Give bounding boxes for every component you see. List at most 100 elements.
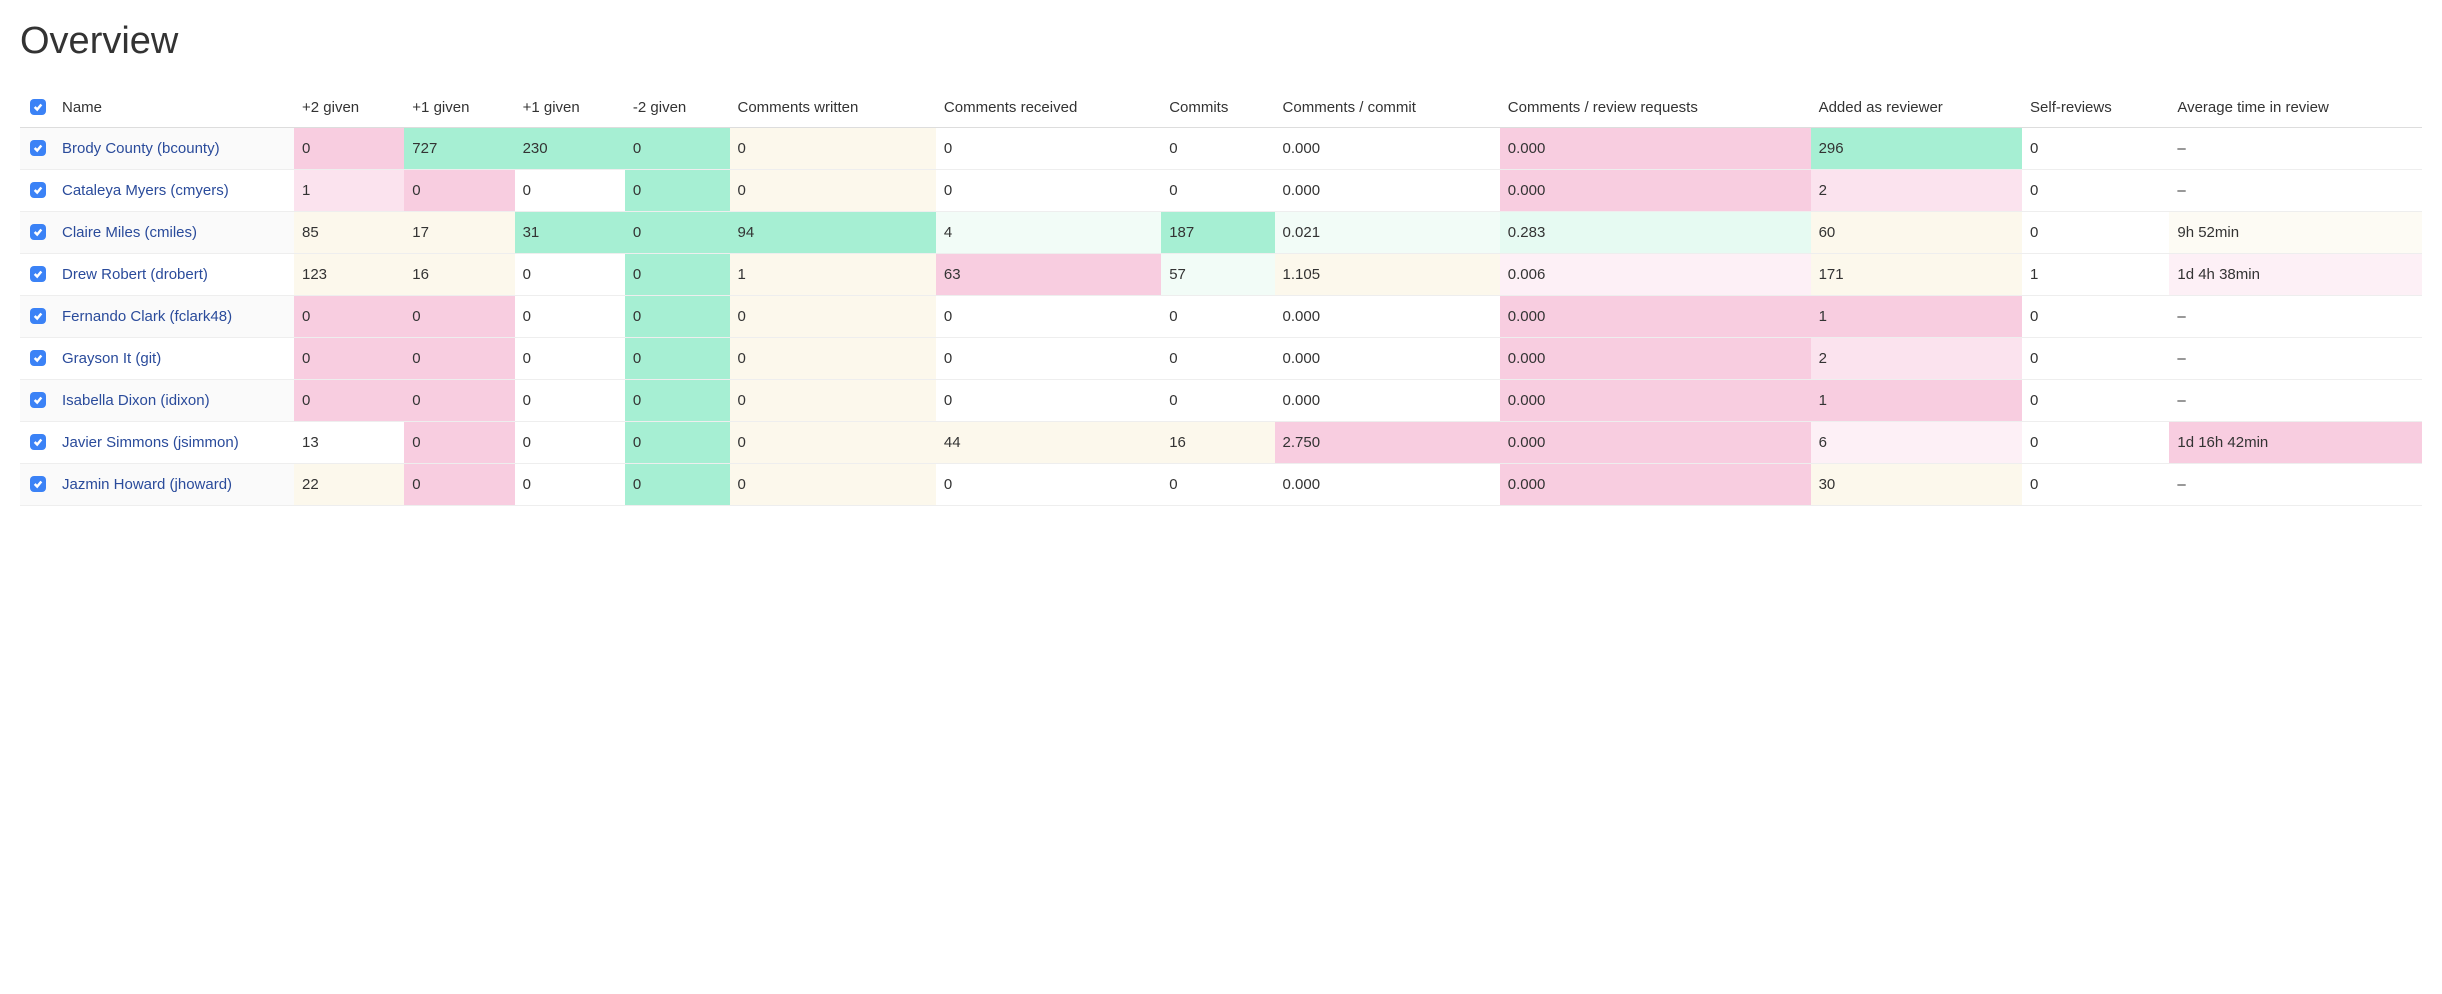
table-row: Drew Robert (drobert)1231600163571.1050.… (20, 254, 2422, 296)
col-name[interactable]: Name (54, 91, 294, 128)
person-link[interactable]: Jazmin Howard (jhoward) (62, 476, 232, 493)
metric-cell: 0.021 (1275, 212, 1500, 254)
col-plus1-given-b[interactable]: +1 given (515, 91, 625, 128)
metric-cell: 4 (936, 212, 1161, 254)
metric-cell: – (2169, 464, 2422, 506)
metric-cell: 0 (2022, 170, 2169, 212)
metric-cell: 0 (515, 380, 625, 422)
metric-cell: 0 (625, 422, 730, 464)
person-link[interactable]: Brody County (bcounty) (62, 140, 220, 157)
row-checkbox[interactable] (30, 308, 46, 324)
metric-cell: 0 (936, 170, 1161, 212)
metric-cell: 0 (730, 128, 936, 170)
metric-cell: 0.000 (1500, 380, 1811, 422)
col-comments-received[interactable]: Comments received (936, 91, 1161, 128)
metric-cell: 85 (294, 212, 404, 254)
select-all-checkbox[interactable] (30, 99, 46, 115)
metric-cell: 123 (294, 254, 404, 296)
col-self-reviews[interactable]: Self-reviews (2022, 91, 2169, 128)
name-cell: Javier Simmons (jsimmon) (54, 422, 294, 464)
person-link[interactable]: Claire Miles (cmiles) (62, 224, 197, 241)
col-commits[interactable]: Commits (1161, 91, 1274, 128)
metric-cell: 0 (625, 338, 730, 380)
metric-cell: 0 (1161, 170, 1274, 212)
metric-cell: 30 (1811, 464, 2022, 506)
row-checkbox-cell (20, 128, 54, 170)
metric-cell: 296 (1811, 128, 2022, 170)
col-minus2-given[interactable]: -2 given (625, 91, 730, 128)
metric-cell: 0 (294, 380, 404, 422)
metric-cell: 1d 4h 38min (2169, 254, 2422, 296)
metric-cell: 2 (1811, 170, 2022, 212)
metric-cell: 57 (1161, 254, 1274, 296)
person-link[interactable]: Cataleya Myers (cmyers) (62, 182, 229, 199)
col-plus1-given-a[interactable]: +1 given (404, 91, 514, 128)
metric-cell: 0 (2022, 380, 2169, 422)
table-row: Fernando Clark (fclark48)00000000.0000.0… (20, 296, 2422, 338)
check-icon (33, 269, 43, 279)
person-link[interactable]: Javier Simmons (jsimmon) (62, 434, 239, 451)
row-checkbox[interactable] (30, 434, 46, 450)
col-added-as-reviewer[interactable]: Added as reviewer (1811, 91, 2022, 128)
metric-cell: – (2169, 338, 2422, 380)
row-checkbox[interactable] (30, 392, 46, 408)
row-checkbox[interactable] (30, 182, 46, 198)
metric-cell: 0 (404, 170, 514, 212)
metric-cell: 0.000 (1275, 128, 1500, 170)
row-checkbox[interactable] (30, 140, 46, 156)
metric-cell: 1d 16h 42min (2169, 422, 2422, 464)
metric-cell: 0.000 (1275, 464, 1500, 506)
metric-cell: 0 (515, 464, 625, 506)
table-row: Claire Miles (cmiles)85173109441870.0210… (20, 212, 2422, 254)
metric-cell: 0.000 (1275, 296, 1500, 338)
metric-cell: 0 (515, 422, 625, 464)
metric-cell: 0 (294, 296, 404, 338)
overview-table: Name +2 given +1 given +1 given -2 given… (20, 91, 2422, 506)
metric-cell: 44 (936, 422, 1161, 464)
metric-cell: 0 (404, 338, 514, 380)
name-cell: Jazmin Howard (jhoward) (54, 464, 294, 506)
metric-cell: 0 (625, 380, 730, 422)
row-checkbox[interactable] (30, 266, 46, 282)
person-link[interactable]: Isabella Dixon (idixon) (62, 392, 210, 409)
name-cell: Isabella Dixon (idixon) (54, 380, 294, 422)
select-all-header (20, 91, 54, 128)
metric-cell: 0 (730, 464, 936, 506)
col-comments-per-commit[interactable]: Comments / commit (1275, 91, 1500, 128)
metric-cell: 0 (625, 254, 730, 296)
metric-cell: – (2169, 296, 2422, 338)
metric-cell: 16 (1161, 422, 1274, 464)
metric-cell: 0.000 (1500, 422, 1811, 464)
metric-cell: 0.000 (1500, 296, 1811, 338)
col-comments-per-review-requests[interactable]: Comments / review requests (1500, 91, 1811, 128)
person-link[interactable]: Grayson It (git) (62, 350, 161, 367)
metric-cell: 0.000 (1275, 170, 1500, 212)
check-icon (33, 437, 43, 447)
row-checkbox-cell (20, 296, 54, 338)
col-avg-time-in-review[interactable]: Average time in review (2169, 91, 2422, 128)
person-link[interactable]: Drew Robert (drobert) (62, 266, 208, 283)
row-checkbox[interactable] (30, 350, 46, 366)
row-checkbox[interactable] (30, 476, 46, 492)
check-icon (33, 102, 43, 112)
check-icon (33, 143, 43, 153)
metric-cell: 1 (1811, 380, 2022, 422)
metric-cell: 0 (936, 128, 1161, 170)
table-row: Javier Simmons (jsimmon)13000044162.7500… (20, 422, 2422, 464)
metric-cell: 0 (730, 380, 936, 422)
table-row: Isabella Dixon (idixon)00000000.0000.000… (20, 380, 2422, 422)
header-row: Name +2 given +1 given +1 given -2 given… (20, 91, 2422, 128)
table-row: Cataleya Myers (cmyers)10000000.0000.000… (20, 170, 2422, 212)
row-checkbox[interactable] (30, 224, 46, 240)
metric-cell: 94 (730, 212, 936, 254)
col-comments-written[interactable]: Comments written (730, 91, 936, 128)
table-row: Grayson It (git)00000000.0000.00020– (20, 338, 2422, 380)
metric-cell: 0 (1161, 296, 1274, 338)
person-link[interactable]: Fernando Clark (fclark48) (62, 308, 232, 325)
table-row: Brody County (bcounty)072723000000.0000.… (20, 128, 2422, 170)
check-icon (33, 479, 43, 489)
row-checkbox-cell (20, 422, 54, 464)
metric-cell: 0 (294, 128, 404, 170)
metric-cell: 1.105 (1275, 254, 1500, 296)
col-plus2-given[interactable]: +2 given (294, 91, 404, 128)
